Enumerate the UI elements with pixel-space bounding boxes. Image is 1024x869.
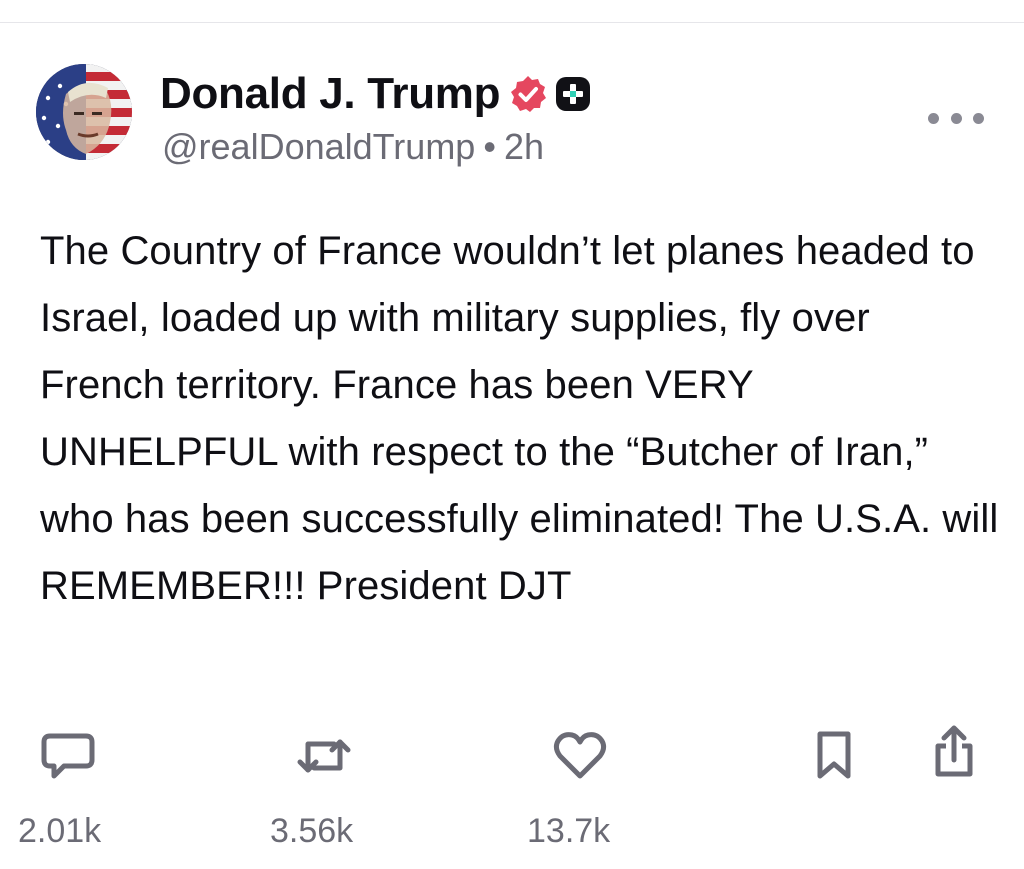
like-button[interactable] — [552, 730, 608, 787]
repost-count: 3.56k — [270, 812, 354, 850]
display-name[interactable]: Donald J. Trump — [160, 69, 501, 119]
comment-icon — [41, 733, 95, 779]
share-icon — [935, 725, 973, 777]
more-dot-icon — [950, 112, 962, 124]
more-dot-icon — [973, 112, 984, 124]
verified-badge-icon — [511, 76, 547, 112]
repost-icon — [297, 739, 351, 773]
bookmark-button[interactable] — [814, 730, 854, 787]
separator-dot: • — [483, 126, 496, 167]
share-button[interactable] — [928, 724, 980, 785]
repost-button[interactable] — [294, 730, 354, 787]
post-view: Donald J. Trump @realDonaldTrump • 2h The … — [0, 0, 1024, 869]
bookmark-icon — [817, 731, 851, 779]
plus-badge-icon — [556, 77, 591, 111]
reply-count: 2.01k — [18, 812, 102, 850]
author-name-row: Donald J. Trump — [160, 68, 592, 120]
more-dot-icon — [928, 112, 939, 124]
like-count: 13.7k — [527, 812, 611, 850]
author-handle[interactable]: @realDonaldTrump — [162, 126, 475, 167]
avatar[interactable] — [36, 64, 132, 160]
post-timestamp: 2h — [503, 126, 544, 167]
handle-row: @realDonaldTrump • 2h — [162, 126, 544, 168]
post-text: The Country of France wouldn’t let plane… — [40, 229, 999, 608]
top-divider — [0, 22, 1024, 23]
profile-photo-icon — [36, 64, 132, 160]
more-options-button[interactable] — [928, 104, 984, 132]
reply-button[interactable] — [40, 730, 96, 787]
heart-icon — [553, 732, 607, 779]
